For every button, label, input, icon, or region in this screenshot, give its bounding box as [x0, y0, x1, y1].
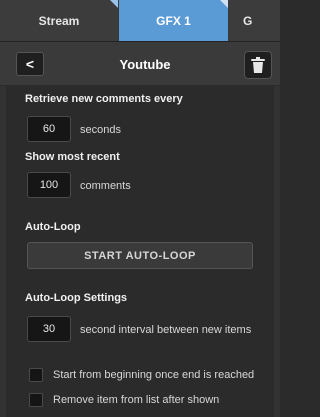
retrieve-label: Retrieve new comments every — [25, 93, 183, 105]
autoloop-settings-label: Auto-Loop Settings — [25, 292, 128, 304]
remove-item-checkbox[interactable] — [29, 393, 43, 407]
start-autoloop-button[interactable]: START AUTO-LOOP — [27, 242, 253, 269]
retrieve-unit: seconds — [80, 124, 121, 136]
tab-g-label: G — [243, 13, 253, 28]
tab-stream[interactable]: Stream — [0, 0, 118, 41]
panel-edge-right — [274, 86, 280, 417]
page-title: Youtube — [119, 56, 171, 72]
retrieve-interval-input[interactable]: 60 — [27, 116, 71, 142]
start-from-beginning-row[interactable]: Start from beginning once end is reached — [29, 367, 254, 383]
remove-item-row[interactable]: Remove item from list after shown — [29, 392, 219, 408]
tab-bar: Stream GFX 1 G — [0, 0, 280, 41]
autoloop-label: Auto-Loop — [25, 221, 81, 233]
tab-gfx-1[interactable]: GFX 1 — [119, 0, 228, 41]
tab-gfx-1-label: GFX 1 — [156, 13, 191, 28]
loop-interval-unit: second interval between new items — [80, 324, 252, 336]
trash-icon — [251, 57, 265, 73]
tab-corner-indicator — [110, 0, 118, 8]
tab-stream-label: Stream — [38, 13, 80, 28]
back-button[interactable]: < — [16, 52, 44, 76]
show-recent-label: Show most recent — [25, 151, 120, 163]
delete-button[interactable] — [244, 51, 272, 79]
start-from-beginning-checkbox[interactable] — [29, 368, 43, 382]
chevron-left-icon: < — [25, 56, 35, 72]
show-recent-unit: comments — [80, 180, 131, 192]
loop-interval-input[interactable]: 30 — [27, 316, 71, 342]
tab-g[interactable]: G — [229, 0, 280, 41]
panel-edge-left — [0, 86, 6, 417]
panel-header: < Youtube — [0, 41, 280, 85]
remove-item-label: Remove item from list after shown — [53, 394, 220, 406]
show-recent-input[interactable]: 100 — [27, 172, 71, 198]
tab-corner-indicator — [220, 0, 228, 8]
start-from-beginning-label: Start from beginning once end is reached — [53, 369, 255, 381]
